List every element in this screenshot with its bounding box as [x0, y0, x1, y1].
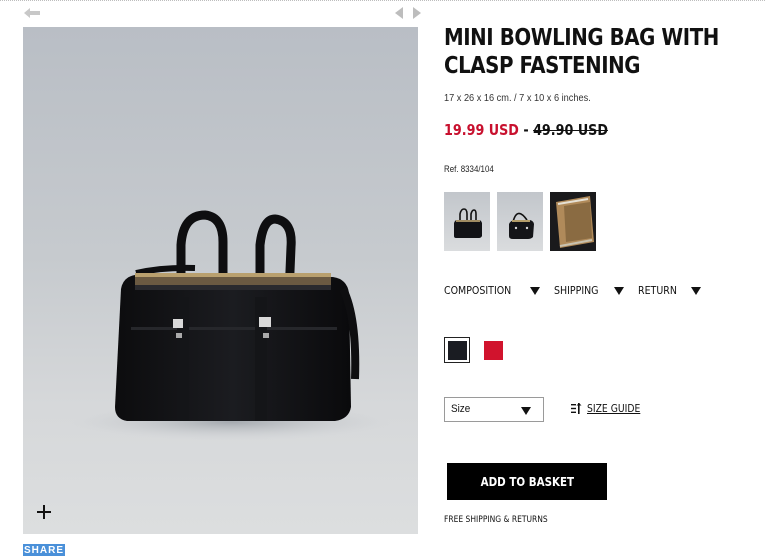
color-swatch-black[interactable]	[444, 337, 470, 363]
caret-down-icon	[530, 286, 541, 295]
return-label: RETURN	[637, 284, 677, 297]
red-swatch-fill	[483, 340, 503, 360]
add-to-basket-button[interactable]: ADD TO BASKET	[447, 463, 607, 500]
triangle-right-icon[interactable]	[412, 7, 422, 19]
caret-down-icon	[521, 407, 531, 415]
caret-down-icon	[691, 286, 702, 295]
triangle-left-icon[interactable]	[394, 7, 404, 19]
price-separator: -	[518, 121, 534, 139]
top-divider	[0, 0, 765, 2]
original-price: 49.90 USD	[533, 121, 608, 139]
shipping-label: SHIPPING	[554, 284, 599, 297]
thumbnail-gallery	[444, 192, 596, 251]
add-to-basket-label: ADD TO BASKET	[480, 474, 574, 489]
composition-toggle[interactable]: COMPOSITION	[444, 284, 541, 297]
size-guide-label: SIZE GUIDE	[587, 402, 641, 415]
size-guide-link[interactable]: SIZE GUIDE	[571, 402, 650, 415]
free-shipping-note: FREE SHIPPING & RETURNS	[444, 515, 548, 525]
thumbnail-side[interactable]	[497, 192, 543, 251]
black-swatch-fill	[447, 340, 467, 360]
product-image[interactable]	[23, 27, 418, 534]
return-toggle[interactable]: RETURN	[637, 284, 702, 297]
shipping-toggle[interactable]: SHIPPING	[554, 284, 624, 297]
thumbnail-interior[interactable]	[550, 192, 596, 251]
color-swatch-red[interactable]	[480, 337, 506, 363]
size-dropdown[interactable]: Size	[444, 397, 544, 422]
product-info-accordion: COMPOSITION SHIPPING RETURN	[444, 284, 702, 297]
product-dimensions: 17 x 26 x 16 cm. / 7 x 10 x 6 inches.	[444, 93, 591, 104]
ruler-icon	[571, 403, 582, 414]
size-dropdown-value: Size	[451, 403, 471, 415]
caret-down-icon	[613, 286, 624, 295]
share-button[interactable]: SHARE	[23, 544, 65, 556]
product-reference: Ref. 8334/104	[444, 164, 494, 174]
price-row: 19.99 USD - 49.90 USD	[444, 121, 608, 139]
product-title: MINI BOWLING BAG WITH CLASP FASTENING	[444, 25, 719, 79]
handbag-illustration	[71, 210, 391, 440]
arrow-left-icon[interactable]	[24, 8, 40, 18]
composition-label: COMPOSITION	[444, 284, 512, 297]
sale-price: 19.99 USD	[444, 121, 519, 139]
thumbnail-front[interactable]	[444, 192, 490, 251]
color-selector	[444, 337, 506, 363]
plus-icon[interactable]	[33, 501, 55, 523]
